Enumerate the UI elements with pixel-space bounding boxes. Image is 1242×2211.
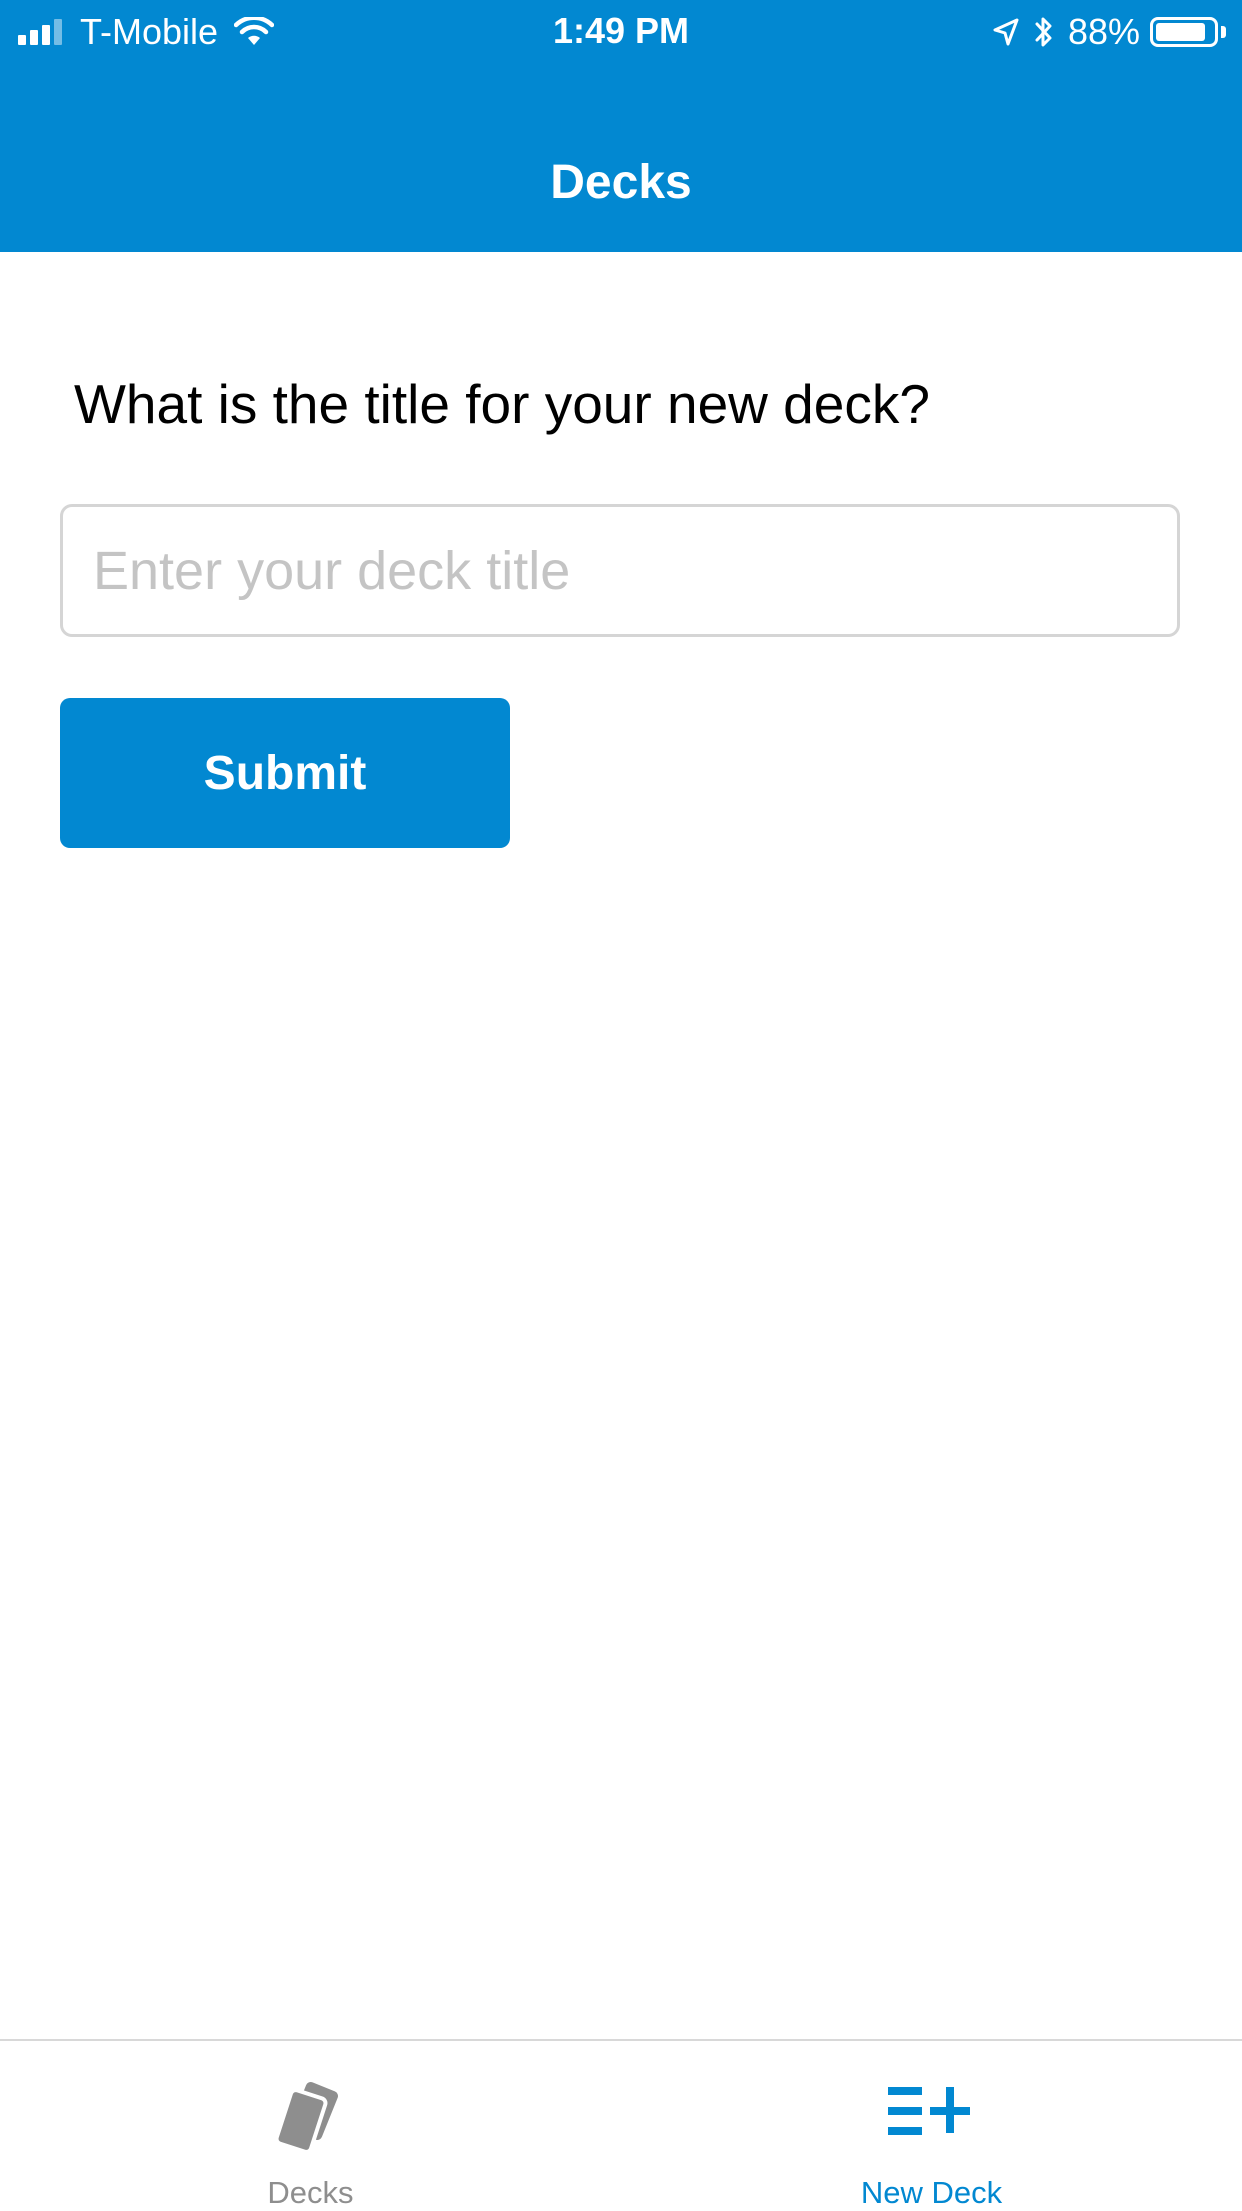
battery-cap [1221,26,1226,38]
deck-title-input[interactable] [60,504,1180,637]
page-title: Decks [550,156,692,209]
cards-icon [0,2081,621,2162]
location-arrow-icon [993,18,1019,46]
app-header: T-Mobile 1:49 PM 88% Decks [0,0,1242,252]
status-right: 88% [992,10,1226,54]
tab-new-deck[interactable]: New Deck [621,2041,1242,2210]
status-bar: T-Mobile 1:49 PM 88% [0,0,1242,62]
tab-decks-label: Decks [267,2175,354,2210]
tab-decks[interactable]: Decks [0,2041,621,2210]
battery-level [1156,23,1206,41]
battery-icon [1150,17,1218,47]
tab-new-deck-label: New Deck [860,2175,1003,2210]
submit-button[interactable]: Submit [60,698,510,848]
tab-bar: Decks New Deck [0,2039,1242,2210]
deck-title-question: What is the title for your new deck? [74,373,930,435]
battery-percent: 88% [1067,11,1140,52]
playlist-add-icon [621,2081,1242,2148]
bluetooth-icon [1035,17,1052,47]
